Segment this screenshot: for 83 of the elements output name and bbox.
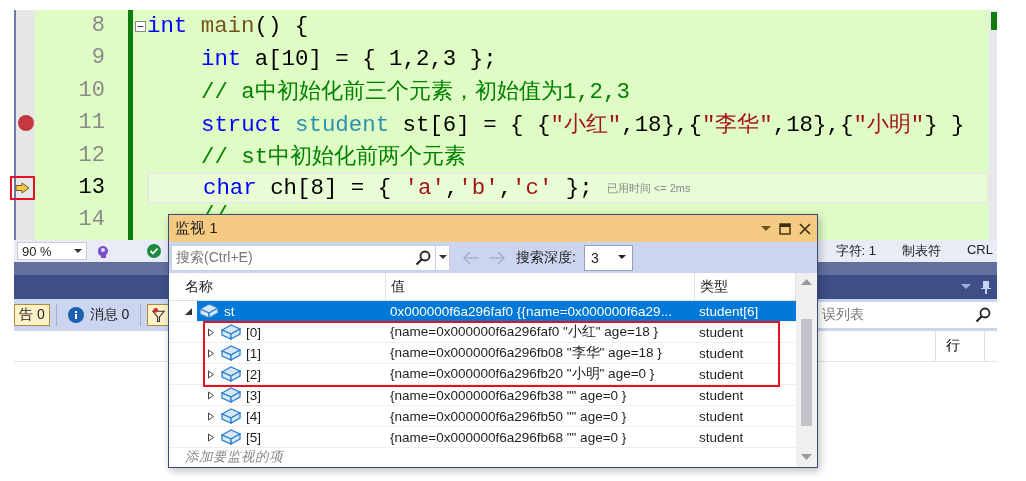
add-watch-placeholder[interactable]: 添加要监视的项 xyxy=(169,448,796,465)
search-field[interactable]: 搜索(Ctrl+E) xyxy=(171,244,436,271)
filter-icon xyxy=(152,307,166,323)
value-cell: 0x000000f6a296faf0 {{name=0x000000f6a29... xyxy=(386,301,695,321)
block-icon xyxy=(221,324,241,340)
block-icon xyxy=(199,303,219,319)
collapse-icon[interactable] xyxy=(134,20,146,32)
line-number: 12 xyxy=(77,141,105,170)
warnings-filter[interactable]: 告 0 xyxy=(14,304,50,326)
search-field[interactable]: 误列表 xyxy=(818,302,997,328)
type-cell-text: student xyxy=(698,387,745,403)
tree-item[interactable]: [5] xyxy=(219,429,386,445)
block-icon xyxy=(221,345,241,361)
type-cell: student[6] xyxy=(695,301,796,321)
tree-item[interactable]: [1] xyxy=(219,345,386,361)
block-icon xyxy=(221,387,241,403)
column-header[interactable]: 名称 xyxy=(169,273,386,300)
head-icon[interactable] xyxy=(95,243,111,259)
expand-arrow-icon[interactable] xyxy=(207,369,215,379)
tree-item[interactable]: st xyxy=(197,301,386,321)
window-title: 监视 1 xyxy=(175,219,218,238)
tree-item[interactable]: [3] xyxy=(219,387,386,403)
line-number: 11 xyxy=(77,109,105,138)
block-icon xyxy=(221,429,241,445)
search-dropdown[interactable] xyxy=(436,244,450,271)
caret-icon[interactable] xyxy=(617,255,626,260)
search-icon xyxy=(975,307,991,323)
collapse-arrow-icon[interactable] xyxy=(185,306,193,316)
block-icon xyxy=(221,408,241,424)
tree-item[interactable]: [0] xyxy=(219,324,386,340)
dropdown-icon[interactable] xyxy=(761,225,771,232)
line-number: 13 xyxy=(77,173,105,202)
line-number: 10 xyxy=(77,76,105,105)
zoom-dropdown[interactable]: 90 % xyxy=(17,242,87,260)
tree-item[interactable]: [4] xyxy=(219,408,386,424)
value-cell-text: {name=0x000000f6a296fb50 "" age=0 } xyxy=(389,408,628,424)
tree-item[interactable]: [2] xyxy=(219,366,386,382)
code-line: int main() { xyxy=(147,13,309,40)
close-icon[interactable] xyxy=(799,222,811,235)
search-icon xyxy=(415,249,431,266)
expand-arrow-icon[interactable] xyxy=(207,432,215,442)
code-line: char ch[8] = { 'a','b','c' }; xyxy=(203,175,593,202)
breakpoint-icon[interactable] xyxy=(17,115,34,132)
type-cell-text: student xyxy=(698,429,745,445)
line-number: 14 xyxy=(77,206,105,235)
code-line: // a中初始化前三个元素，初始值为1,2,3 xyxy=(201,78,630,107)
cursor-position[interactable]: 字符: 1 xyxy=(835,242,876,260)
value-cell-text: {name=0x000000f6a296fb38 "" age=0 } xyxy=(389,387,628,403)
value-cell-text: {name=0x000000f6a296fb68 "" age=0 } xyxy=(389,429,628,445)
expand-arrow-icon[interactable] xyxy=(207,411,215,421)
value-cell-text: {name=0x000000f6a296faf0 "小红" age=18 } xyxy=(389,324,660,340)
elapsed-time-hint: 已用时间 <= 2ms xyxy=(606,180,691,196)
depth-dropdown[interactable]: 3 xyxy=(583,244,633,271)
expand-arrow-icon[interactable] xyxy=(207,327,215,337)
caret-icon[interactable] xyxy=(74,248,82,254)
info-icon xyxy=(67,307,84,323)
caret-icon[interactable] xyxy=(438,255,447,260)
filter-button[interactable] xyxy=(147,304,171,326)
messages-filter[interactable]: 消息 0 xyxy=(62,304,135,326)
type-cell-text: student xyxy=(698,324,745,340)
block-icon xyxy=(221,366,241,382)
maximize-icon[interactable] xyxy=(779,222,791,235)
type-cell-text: student xyxy=(698,345,745,361)
column-header[interactable]: 行 xyxy=(935,331,985,361)
value-cell-text: {name=0x000000f6a296fb20 "小明" age=0 } xyxy=(389,366,656,382)
code-line: struct student st[6] = { {"小红",18},{"李华",18},{"小明"} } xyxy=(201,110,965,139)
code-line: // st中初始化前两个元素 xyxy=(201,143,467,172)
pin-icon[interactable] xyxy=(981,280,991,294)
line-number: 8 xyxy=(90,12,105,40)
line-number: 9 xyxy=(90,44,105,73)
dropdown-icon[interactable] xyxy=(961,284,971,290)
code-line: int a[10] = { 1,2,3 }; xyxy=(201,45,497,72)
line-ending[interactable]: CRL xyxy=(967,242,993,260)
expand-arrow-icon[interactable] xyxy=(207,348,215,358)
indent-mode[interactable]: 制表符 xyxy=(902,242,941,260)
type-cell-text: student xyxy=(698,408,745,424)
expand-arrow-icon[interactable] xyxy=(207,390,215,400)
search-depth-label: 搜索深度: xyxy=(516,248,576,267)
check-icon xyxy=(147,244,161,258)
type-cell-text: student xyxy=(698,366,745,382)
value-cell-text: {name=0x000000f6a296fb08 "李华" age=18 } xyxy=(389,345,663,361)
column-header[interactable]: 值 xyxy=(386,273,695,300)
scrollbar[interactable] xyxy=(989,10,997,240)
